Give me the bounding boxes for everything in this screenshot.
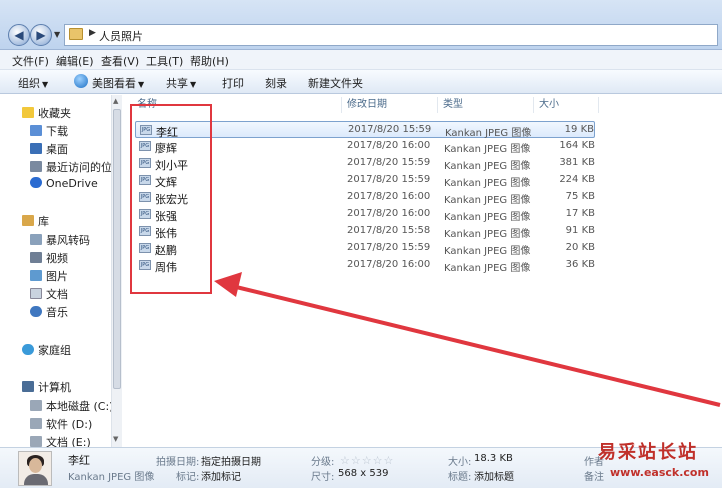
detail-dimensions-value: 568 x 539 (338, 468, 389, 479)
star-icon[interactable]: ☆ (351, 454, 362, 467)
detail-dimensions-label: 尺寸: (311, 472, 335, 483)
thumbnail-face-shape (29, 458, 42, 473)
annotation-arrowhead (214, 272, 242, 297)
star-icon[interactable]: ☆ (362, 454, 373, 467)
rating-stars[interactable]: ☆☆☆☆☆ (340, 454, 394, 467)
detail-title-value[interactable]: 添加标题 (474, 468, 514, 483)
detail-file-name: 李红 (68, 454, 90, 467)
file-thumbnail (18, 451, 52, 486)
detail-size-value: 18.3 KB (474, 453, 513, 464)
detail-rating-label: 分级: (311, 457, 335, 468)
detail-date-taken-value[interactable]: 指定拍摄日期 (201, 453, 261, 468)
star-icon[interactable]: ☆ (340, 454, 351, 467)
watermark-logo: 易采站长站 (598, 442, 698, 463)
thumbnail-body-shape (24, 474, 48, 485)
detail-size-label: 大小: (448, 457, 472, 468)
detail-title-label: 标题: (448, 472, 472, 483)
detail-tags-value[interactable]: 添加标记 (201, 468, 241, 483)
detail-date-taken-label: 拍摄日期: (156, 457, 200, 468)
watermark-url: www.easck.com (610, 466, 709, 479)
annotation-arrow-shaft (231, 284, 721, 407)
annotation-arrow (214, 272, 721, 407)
detail-notes-label: 备注 (584, 472, 604, 483)
detail-tags-label: 标记: (176, 472, 200, 483)
star-icon[interactable]: ☆ (373, 454, 384, 467)
detail-file-type: Kankan JPEG 图像 (68, 472, 155, 483)
star-icon[interactable]: ☆ (384, 454, 395, 467)
